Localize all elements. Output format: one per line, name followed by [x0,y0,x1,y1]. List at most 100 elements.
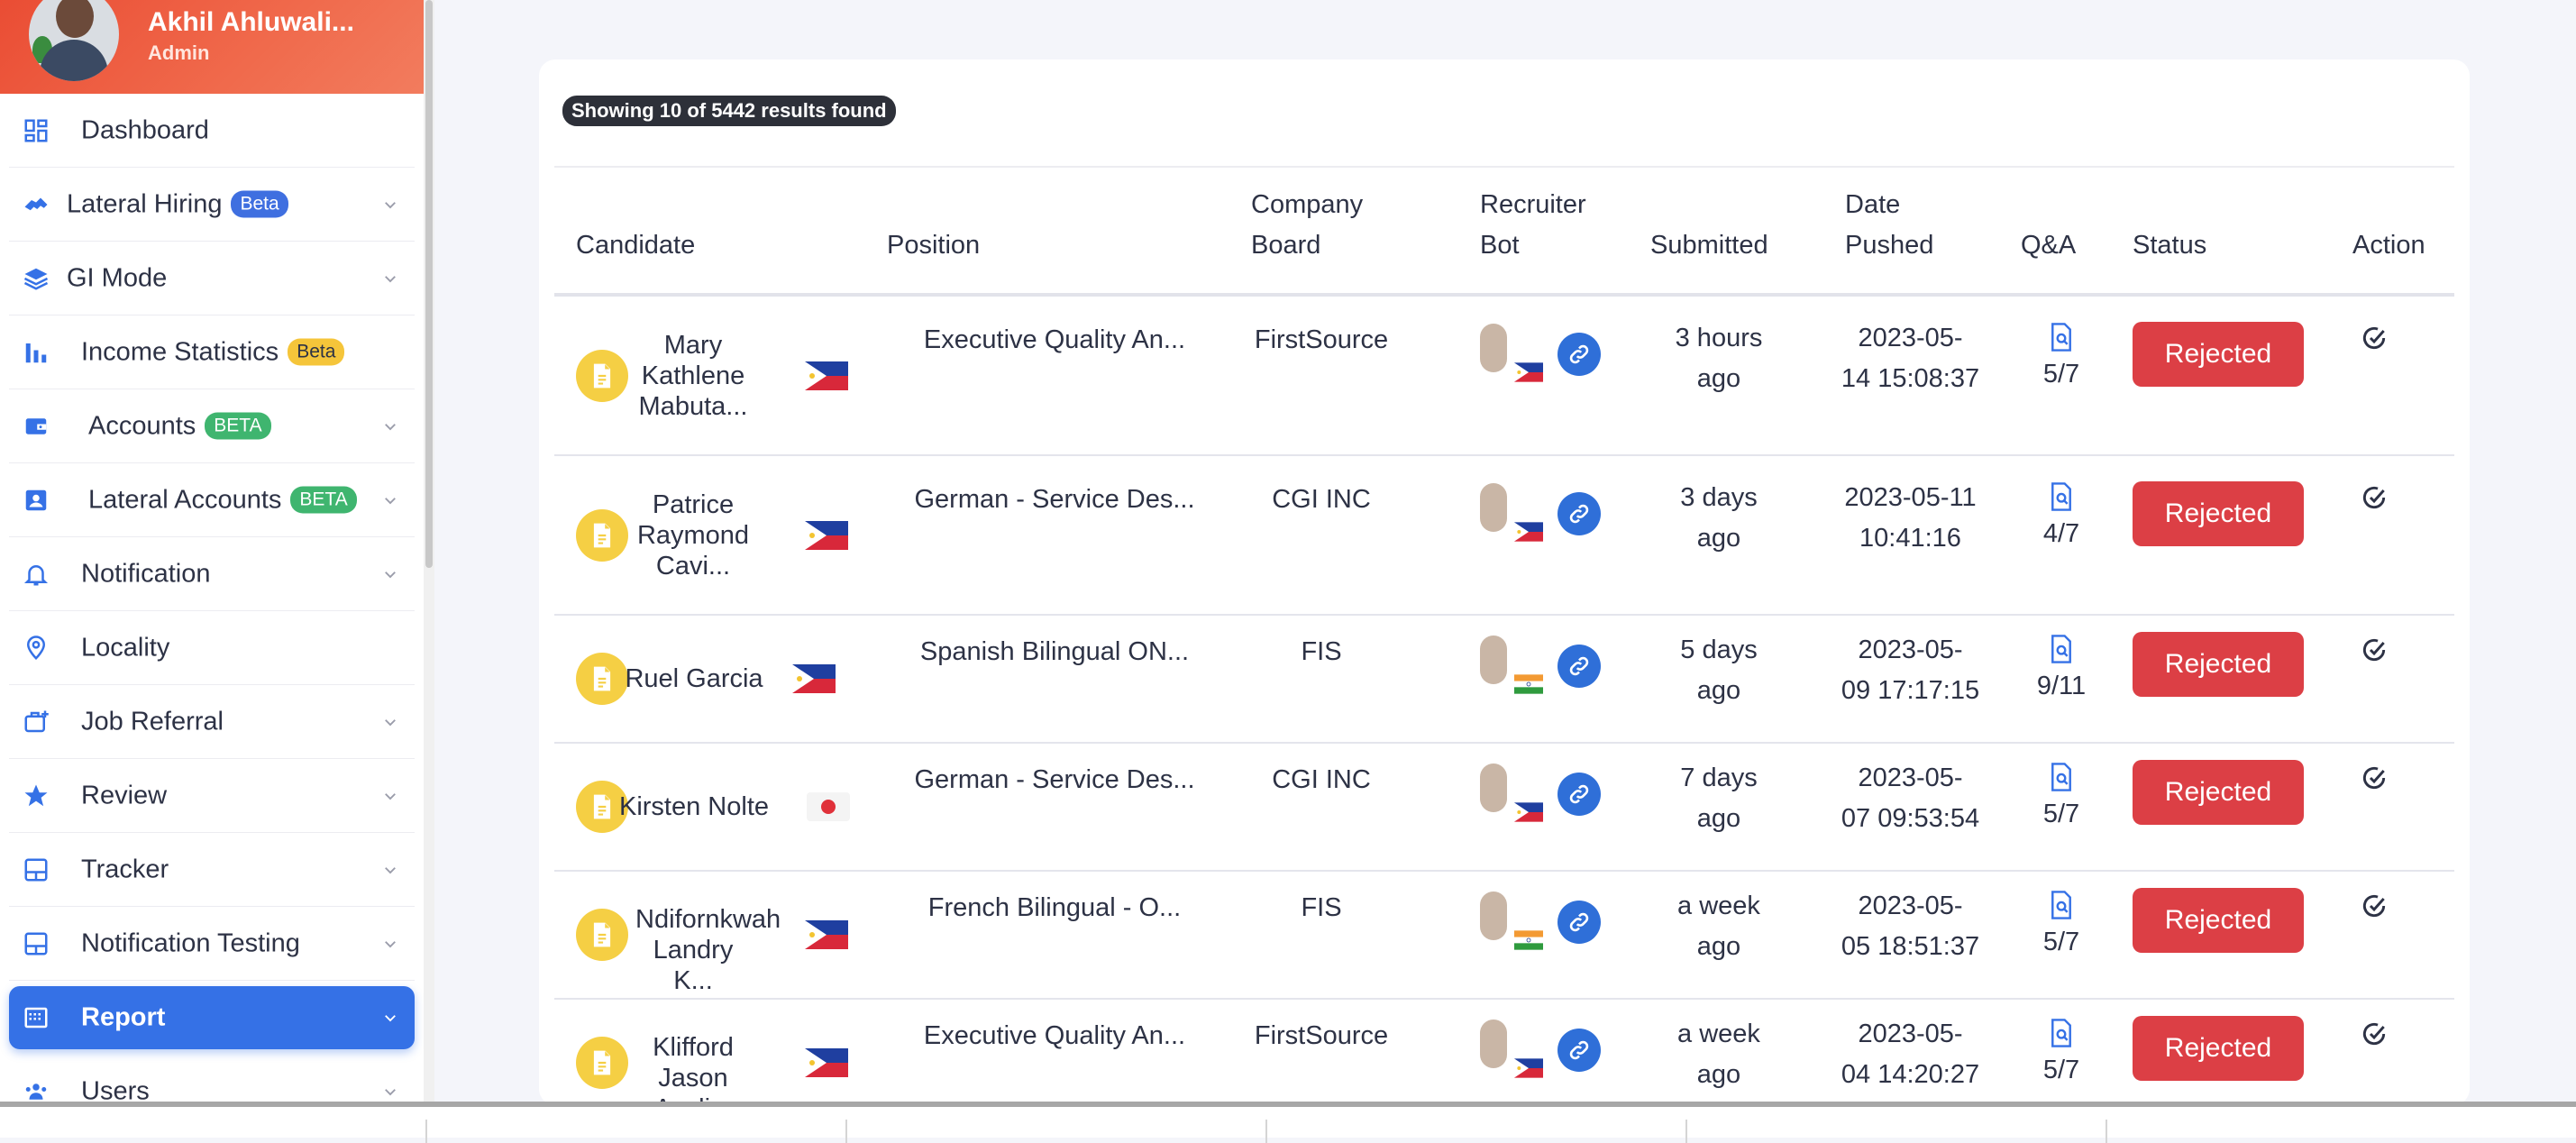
recruiter-avatar [1480,636,1507,684]
sidebar-item-report[interactable]: Report [9,986,415,1049]
qa-cell[interactable]: 5/7 [2012,871,2120,1000]
edit-check-icon[interactable] [2360,766,2389,799]
edit-check-icon[interactable] [2360,638,2389,671]
candidate-name[interactable]: Ndifornkwah Landry K... [635,904,781,996]
sidebar-item-label: Lateral Hiring [67,189,223,218]
candidate-cell[interactable]: Ndifornkwah Landry K... [554,871,874,1000]
rejected-status-button[interactable]: Rejected [2133,322,2304,387]
recruiter-flag-icon [1514,360,1543,382]
sidebar-item-notification[interactable]: Notification [9,537,415,611]
sidebar-item-dashboard[interactable]: Dashboard [9,94,415,168]
qa-cell[interactable]: 5/7 [2012,743,2120,872]
status-cell: Rejected [2120,743,2334,872]
chevron-down-icon [385,275,396,282]
document-search-icon[interactable] [2012,890,2111,928]
sidebar-item-notification-testing[interactable]: Notification Testing [9,907,415,981]
scrollbar-thumb[interactable] [425,0,433,568]
submitted-cell: 7 days ago [1647,743,1827,872]
candidate-cell[interactable]: Kirsten Nolte [554,743,874,872]
document-search-icon[interactable] [2012,1018,2111,1056]
link-icon[interactable] [1557,645,1601,688]
resume-doc-icon[interactable] [576,349,628,402]
results-count-badge: Showing 10 of 5442 results found [562,96,896,126]
document-search-icon[interactable] [2012,481,2111,519]
profile-header[interactable]: Akhil Ahluwali... Admin [0,0,424,94]
sidebar-item-gi-mode[interactable]: GI Mode [9,242,415,315]
candidate-name[interactable]: Mary Kathlene Mabuta... [635,330,751,422]
sidebar-item-lateral-hiring[interactable]: Lateral Hiring Beta [9,168,415,242]
status-cell: Rejected [2120,455,2334,616]
resume-doc-icon[interactable] [576,508,628,562]
sidebar-item-job-referral[interactable]: Job Referral [9,685,415,759]
sidebar-scrollbar[interactable] [424,0,434,1102]
submitted-cell: 3 days ago [1647,455,1827,616]
candidate-name[interactable]: Kirsten Nolte [617,791,771,822]
rejected-status-button[interactable]: Rejected [2133,632,2304,697]
edit-check-icon[interactable] [2360,894,2389,927]
position-cell: Spanish Bilingual ON... [874,615,1235,744]
qa-cell[interactable]: 4/7 [2012,455,2120,616]
recruiter-flag-icon [1514,928,1543,950]
col-status[interactable]: Status [2120,166,2334,297]
date-pushed-cell: 2023-05-11 10:41:16 [1827,455,2012,616]
link-icon[interactable] [1557,901,1601,944]
chevron-down-icon [385,571,396,578]
table-row[interactable]: Ruel Garcia Spanish Bilingual ON... FIS … [554,615,2454,744]
candidate-name[interactable]: Patrice Raymond Cavi... [635,489,751,581]
company-text: FirstSource [1254,325,1389,354]
candidate-cell[interactable]: Mary Kathlene Mabuta... [554,295,874,456]
candidate-cell[interactable]: Ruel Garcia [554,615,874,744]
submitted-text: ago [1696,364,1741,393]
col-submitted[interactable]: Submitted [1647,166,1827,297]
edit-check-icon[interactable] [2360,326,2389,359]
edit-check-icon[interactable] [2360,1022,2389,1055]
handshake-icon [22,190,50,219]
rejected-status-button[interactable]: Rejected [2133,760,2304,825]
recruiter-avatar [1480,892,1507,940]
col-company-board[interactable]: Company Board [1235,166,1480,297]
sidebar-item-review[interactable]: Review [9,759,415,833]
qa-cell[interactable]: 9/11 [2012,615,2120,744]
table-row[interactable]: Ndifornkwah Landry K... French Bilingual … [554,871,2454,1000]
recruiter-flag-icon [1514,800,1543,822]
sidebar-item-label: Income Statistics [81,337,279,366]
link-icon[interactable] [1557,1029,1601,1072]
col-position[interactable]: Position [874,166,1235,297]
link-icon[interactable] [1557,773,1601,816]
position-cell: Executive Quality An... [874,295,1235,456]
col-date-pushed[interactable]: Date Pushed [1827,166,2012,297]
candidate-cell[interactable]: Patrice Raymond Cavi... [554,455,874,616]
document-search-icon[interactable] [2012,762,2111,800]
table-row[interactable]: Mary Kathlene Mabuta... Executive Quality … [554,295,2454,456]
document-search-icon[interactable] [2012,322,2111,360]
sidebar-menu: Dashboard Lateral Hiring Beta GI Mode Inc… [0,94,424,1102]
table-header: Candidate Position Company Board Recruite… [554,166,2454,297]
col-recruiter-bot[interactable]: Recruiter Bot [1480,166,1647,297]
resume-doc-icon[interactable] [576,909,628,961]
sidebar-item-income-statistics[interactable]: Income Statistics Beta [9,315,415,389]
table-row[interactable]: Patrice Raymond Cavi... German - Service D… [554,455,2454,616]
rejected-status-button[interactable]: Rejected [2133,481,2304,546]
briefcase-plus-icon [22,708,50,736]
table-row[interactable]: Kirsten Nolte German - Service Des... CG… [554,743,2454,872]
sidebar-item-tracker[interactable]: Tracker [9,833,415,907]
link-icon[interactable] [1557,492,1601,535]
sidebar-item-accounts[interactable]: Accounts BETA [9,389,415,463]
rejected-status-button[interactable]: Rejected [2133,888,2304,953]
sidebar-item-users[interactable]: Users [9,1055,415,1102]
edit-check-icon[interactable] [2360,486,2389,518]
resume-doc-icon[interactable] [576,1037,628,1089]
recruiter-avatar [1480,483,1507,532]
candidate-name[interactable]: Ruel Garcia [617,663,771,694]
rejected-status-button[interactable]: Rejected [2133,1016,2304,1081]
country-flag-icon [805,520,848,550]
col-qa[interactable]: Q&A [2012,166,2120,297]
link-icon[interactable] [1557,333,1601,376]
position-cell: German - Service Des... [874,455,1235,616]
sidebar-item-locality[interactable]: Locality [9,611,415,685]
recruiter-flag-icon [1514,1056,1543,1078]
qa-cell[interactable]: 5/7 [2012,295,2120,456]
col-candidate[interactable]: Candidate [554,166,874,297]
document-search-icon[interactable] [2012,634,2111,672]
sidebar-item-lateral-accounts[interactable]: Lateral Accounts BETA [9,463,415,537]
